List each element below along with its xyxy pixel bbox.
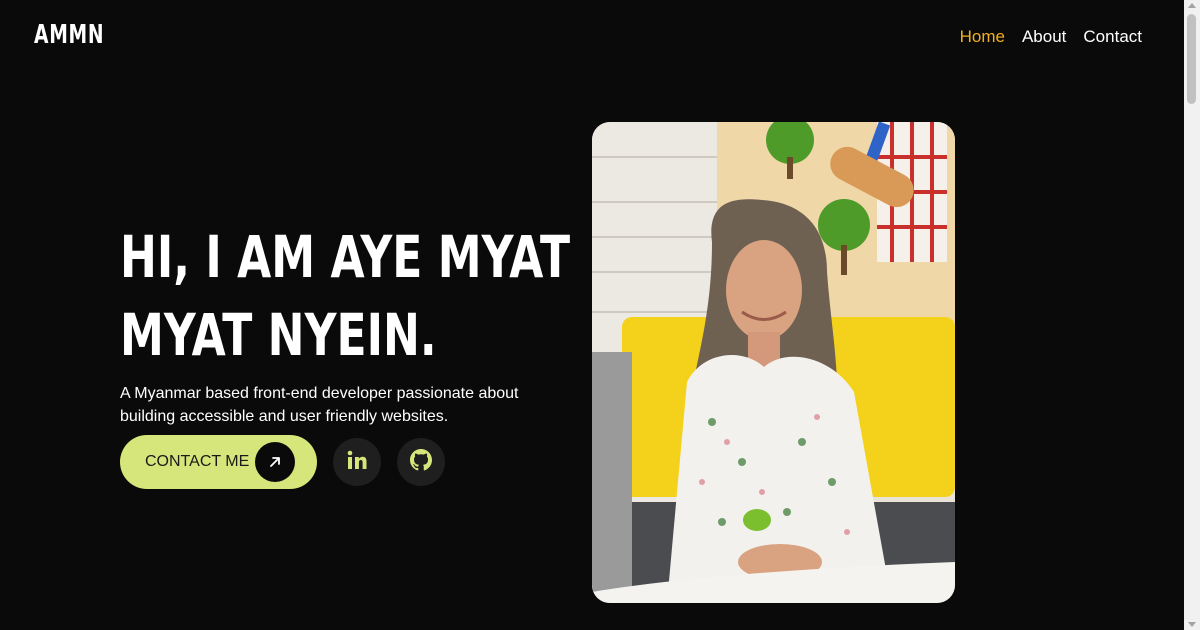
nav-about[interactable]: About <box>1022 27 1066 47</box>
linkedin-button[interactable] <box>333 438 381 486</box>
nav-home[interactable]: Home <box>960 27 1005 47</box>
hero-title-line-2: MYAT NYEIN. <box>120 301 437 369</box>
scroll-up-icon[interactable] <box>1188 3 1196 8</box>
github-icon <box>410 448 432 476</box>
github-button[interactable] <box>397 438 445 486</box>
vertical-scrollbar[interactable] <box>1184 0 1200 630</box>
hero-title: HI, I AM AYE MYAT MYAT NYEIN. <box>120 218 571 374</box>
hero-actions: CONTACT ME <box>120 435 445 489</box>
site-logo[interactable]: AMMN <box>34 20 104 50</box>
page: AMMN Home About Contact HI, I AM AYE MYA… <box>0 0 1184 630</box>
linkedin-icon <box>347 450 367 475</box>
main-nav: Home About Contact <box>960 27 1142 47</box>
arrow-up-right-icon <box>255 442 295 482</box>
nav-contact[interactable]: Contact <box>1083 27 1142 47</box>
profile-photo <box>592 122 955 603</box>
contact-me-label: CONTACT ME <box>145 453 250 470</box>
hero-title-line-1: HI, I AM AYE MYAT <box>120 223 571 291</box>
scroll-thumb[interactable] <box>1187 14 1196 104</box>
scroll-down-icon[interactable] <box>1188 622 1196 627</box>
hero-description: A Myanmar based front-end developer pass… <box>120 385 519 425</box>
contact-me-button[interactable]: CONTACT ME <box>120 435 317 489</box>
